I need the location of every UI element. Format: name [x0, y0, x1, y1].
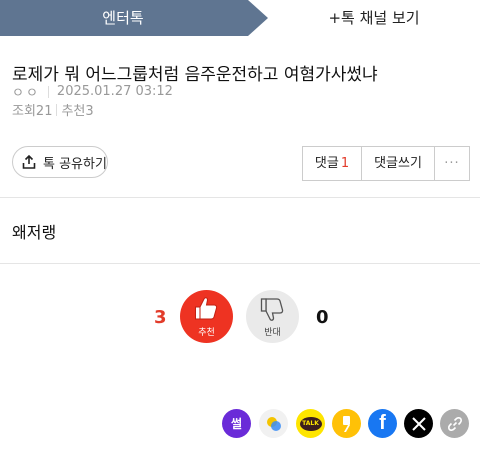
more-options-button[interactable]: ··· — [435, 147, 469, 180]
x-share-icon[interactable] — [404, 409, 433, 438]
kakaotalk-icon: TALK — [299, 416, 322, 431]
post-body: 왜저랭 — [12, 223, 57, 242]
link-icon — [447, 416, 462, 431]
sseol-label: 썰 — [230, 417, 243, 431]
comment-button-group: 댓글 1 댓글쓰기 ··· — [302, 146, 470, 181]
post-stats: 조회21 추천3 — [12, 100, 94, 119]
x-icon — [411, 416, 426, 431]
kakaotalk-share-icon[interactable]: TALK — [296, 409, 325, 438]
thumbs-down-icon — [260, 298, 284, 321]
kakaostory-icon — [342, 415, 350, 432]
tab-entertalk[interactable]: 엔터톡 — [0, 0, 268, 36]
post-author[interactable]: ㅇㅇ — [12, 82, 40, 101]
band-share-icon[interactable] — [259, 409, 288, 438]
comments-button[interactable]: 댓글 1 — [303, 147, 362, 180]
downvote-button[interactable]: 반대 — [246, 290, 299, 343]
post-datetime: 2025.01.27 03:12 — [56, 84, 173, 99]
upvote-label: 추천 — [198, 328, 215, 338]
meta-divider — [56, 103, 58, 116]
upvote-count: 3 — [154, 307, 167, 328]
tab-view-channels[interactable]: +톡 채널 보기 — [268, 0, 480, 36]
band-icon — [266, 416, 281, 431]
downvote-count: 0 — [316, 307, 329, 328]
kakaostory-share-icon[interactable] — [332, 409, 361, 438]
upvote-button[interactable]: 추천 — [180, 290, 233, 343]
copy-link-icon[interactable] — [440, 409, 469, 438]
write-comment-button[interactable]: 댓글쓰기 — [362, 147, 435, 180]
post-meta: ㅇㅇ 2025.01.27 03:12 — [12, 82, 173, 101]
view-count: 조회21 — [12, 104, 53, 119]
divider — [0, 263, 480, 264]
downvote-label: 반대 — [264, 328, 281, 338]
talk-share-label: 톡 공유하기 — [43, 156, 107, 172]
facebook-share-icon[interactable]: f — [368, 409, 397, 438]
share-icon — [22, 154, 36, 169]
thumbs-up-icon — [195, 297, 218, 320]
meta-divider — [47, 85, 49, 98]
kakaotalk-label: TALK — [302, 420, 319, 427]
top-tab-bar: 엔터톡 +톡 채널 보기 — [0, 0, 480, 36]
comments-count: 1 — [340, 156, 350, 171]
sseol-share-icon[interactable]: 썰 — [222, 409, 251, 438]
facebook-icon: f — [379, 412, 386, 434]
comments-label: 댓글 — [314, 156, 339, 171]
talk-share-button[interactable]: 톡 공유하기 — [12, 146, 108, 178]
recommend-count: 추천3 — [61, 104, 94, 119]
divider — [0, 197, 480, 198]
tab-entertalk-label: 엔터톡 — [102, 9, 144, 27]
